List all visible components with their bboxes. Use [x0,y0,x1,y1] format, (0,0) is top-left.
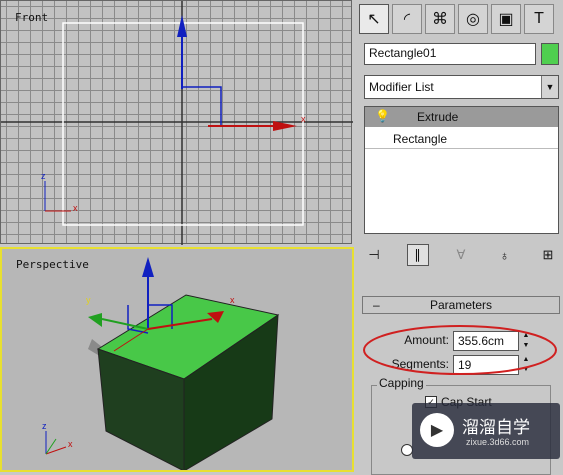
persp-tripod-z-label: z [42,421,47,431]
modifier-list-dropdown[interactable]: Modifier List ▼ [364,75,559,99]
persp-tripod-x-label: x [68,439,73,449]
show-end-result-icon[interactable]: ∥ [406,244,429,266]
modify-tab-icon[interactable]: ◜ [392,4,422,34]
hierarchy-tab-icon[interactable]: ⌘ [425,4,455,34]
front-tripod-x-label: x [73,203,78,213]
persp-gizmo-x-label: x [230,295,235,305]
persp-gizmo-y-label: y [86,295,91,305]
stack-item-extrude-label: Extrude [417,110,459,124]
parameters-title: Parameters [429,298,493,312]
modifier-list-label: Modifier List [369,80,434,94]
play-logo-icon: ▶ [420,413,454,447]
motion-tab-icon[interactable]: ◎ [458,4,488,34]
create-tab-icon[interactable]: ↖ [359,4,389,34]
lightbulb-icon[interactable]: 💡 [375,109,390,123]
parameters-rollout-header[interactable]: – Parameters [362,296,560,314]
capping-label: Capping [377,376,426,390]
front-tripod-z-label: z [41,171,46,181]
stack-toolbar: ⊣ ∥ ∀ ♁ ⊞ [363,242,559,268]
object-name-field[interactable]: Rectangle01 [364,43,536,65]
front-gizmo-x-label: x [301,114,306,124]
remove-modifier-icon[interactable]: ♁ [494,244,516,266]
chevron-down-icon[interactable]: ▼ [541,76,558,98]
object-color-swatch[interactable] [541,43,559,65]
make-unique-icon[interactable]: ∀ [450,244,472,266]
perspective-viewport[interactable]: Perspective y x z x [0,247,354,472]
configure-modifier-sets-icon[interactable]: ⊞ [537,244,559,266]
stack-item-rectangle[interactable]: Rectangle [365,129,558,149]
command-panel-tabs: ↖ ◜ ⌘ ◎ ▣ T [359,4,561,36]
watermark-subtitle: zixue.3d66.com [466,437,530,447]
display-tab-icon[interactable]: ▣ [491,4,521,34]
stack-item-extrude[interactable]: 💡 Extrude [365,107,558,127]
utilities-tab-icon[interactable]: T [524,4,554,34]
highlight-ellipse [363,325,557,375]
watermark-title: 溜溜自学 [462,418,530,438]
modifier-stack[interactable]: 💡 Extrude Rectangle [364,106,559,234]
watermark: ▶ 溜溜自学 zixue.3d66.com [412,403,560,459]
stack-item-rectangle-label: Rectangle [393,132,448,146]
front-viewport[interactable]: Front x z x [0,0,353,245]
pin-stack-icon[interactable]: ⊣ [363,244,385,266]
perspective-viewport-canvas [45,257,280,470]
